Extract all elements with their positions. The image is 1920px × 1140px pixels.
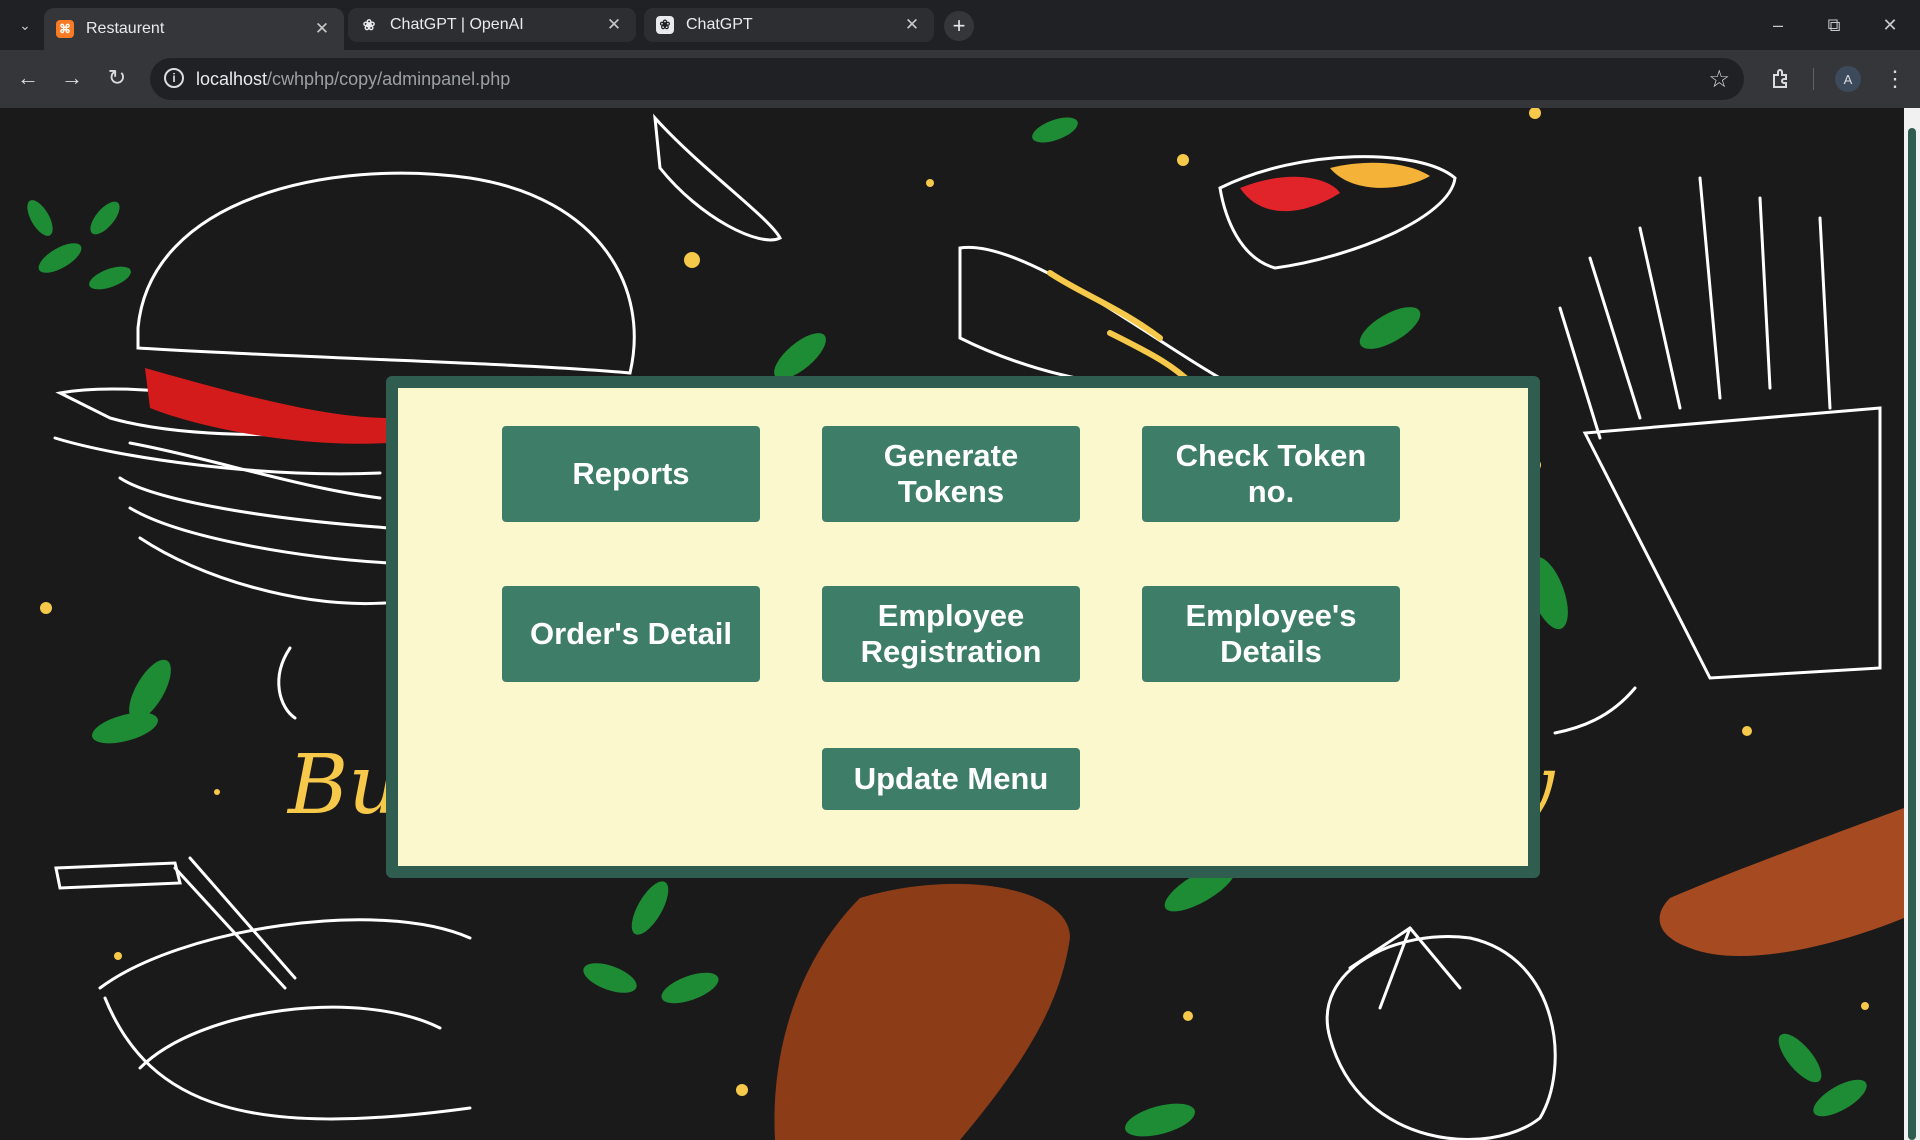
tab-strip: ⌄ ⌘ Restaurent ✕ ❀ ChatGPT | OpenAI ✕ ❀ … <box>0 0 1920 50</box>
more-menu-icon[interactable]: ⋮ <box>1880 64 1910 94</box>
toolbar-divider <box>1813 68 1814 90</box>
tab-restaurent[interactable]: ⌘ Restaurent ✕ <box>44 8 344 50</box>
tab-search-icon[interactable]: ⌄ <box>12 12 38 38</box>
reload-icon[interactable]: ↻ <box>101 62 133 94</box>
reports-button[interactable]: Reports <box>502 426 760 522</box>
check-token-button[interactable]: Check Token no. <box>1142 426 1400 522</box>
background-script-left: Bu <box>286 738 401 833</box>
bookmark-star-icon[interactable]: ☆ <box>1708 65 1730 94</box>
employee-registration-button[interactable]: Employee Registration <box>822 586 1080 682</box>
tab-title: Restaurent <box>86 20 165 37</box>
minimize-button[interactable]: – <box>1750 0 1806 50</box>
page-viewport: Bu y Reports Generate Tokens Check Token… <box>0 108 1904 1140</box>
forward-arrow-icon[interactable]: → <box>56 62 88 94</box>
profile-avatar[interactable]: A <box>1835 66 1861 92</box>
xampp-icon: ⌘ <box>56 20 74 38</box>
close-icon[interactable]: ✕ <box>312 19 332 39</box>
page-scrollbar[interactable] <box>1904 108 1920 1140</box>
tab-chatgpt-openai[interactable]: ❀ ChatGPT | OpenAI ✕ <box>348 8 636 42</box>
employees-details-button[interactable]: Employee's Details <box>1142 586 1400 682</box>
orders-detail-button[interactable]: Order's Detail <box>502 586 760 682</box>
extensions-icon[interactable] <box>1766 64 1796 94</box>
url-path: /cwhphp/copy/adminpanel.php <box>267 69 511 89</box>
site-info-icon[interactable]: i <box>164 68 184 88</box>
generate-tokens-button[interactable]: Generate Tokens <box>822 426 1080 522</box>
url-text[interactable]: localhost/cwhphp/copy/adminpanel.php <box>196 69 510 90</box>
openai-icon: ❀ <box>656 16 674 34</box>
admin-panel: Reports Generate Tokens Check Token no. … <box>386 376 1540 878</box>
back-arrow-icon[interactable]: ← <box>12 62 44 94</box>
update-menu-button[interactable]: Update Menu <box>822 748 1080 810</box>
tab-title: ChatGPT | OpenAI <box>390 16 524 33</box>
close-window-button[interactable]: ✕ <box>1862 0 1918 50</box>
openai-icon: ❀ <box>362 17 376 34</box>
url-host: localhost <box>196 69 268 89</box>
tab-chatgpt[interactable]: ❀ ChatGPT ✕ <box>644 8 934 42</box>
new-tab-button[interactable]: + <box>944 11 974 41</box>
address-bar[interactable]: i localhost/cwhphp/copy/adminpanel.php ☆ <box>150 58 1744 100</box>
tab-title: ChatGPT <box>686 16 753 33</box>
close-icon[interactable]: ✕ <box>604 15 624 35</box>
scrollbar-thumb[interactable] <box>1908 128 1916 1140</box>
restore-button[interactable]: ⧉ <box>1806 0 1862 50</box>
close-icon[interactable]: ✕ <box>902 15 922 35</box>
